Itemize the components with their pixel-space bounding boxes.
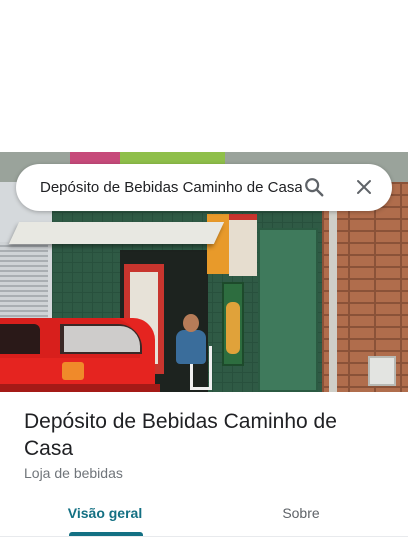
place-title: Depósito de Bebidas Caminho de Casa [24,410,337,460]
tab-about-label: Sobre [282,505,320,521]
tab-overview-label: Visão geral [67,505,143,521]
photo-person-body [176,330,206,364]
tab-divider [0,536,408,537]
search-input[interactable]: Depósito de Bebidas Caminho de Casa [40,164,302,211]
blank-header-area [0,0,408,152]
photo-person-head [183,314,199,332]
photo-car-sticker [64,326,140,352]
photo-car-window-front [0,324,40,354]
photo-electric-meter [368,356,396,386]
close-icon[interactable] [355,178,373,196]
place-category[interactable]: Loja de bebidas [24,465,123,481]
photo-poster-price [229,214,257,276]
search-bar[interactable]: Depósito de Bebidas Caminho de Casa [16,164,392,211]
photo-green-door [258,228,318,392]
photo-pipe [329,182,337,392]
photo-awning [8,222,225,244]
photo-car-taillight [62,362,84,380]
tab-about[interactable]: Sobre [236,496,366,536]
photo-poster-bottle [226,302,240,354]
search-icon[interactable] [303,176,325,198]
photo-car-bumper [0,384,160,392]
tab-overview[interactable]: Visão geral [40,496,170,536]
